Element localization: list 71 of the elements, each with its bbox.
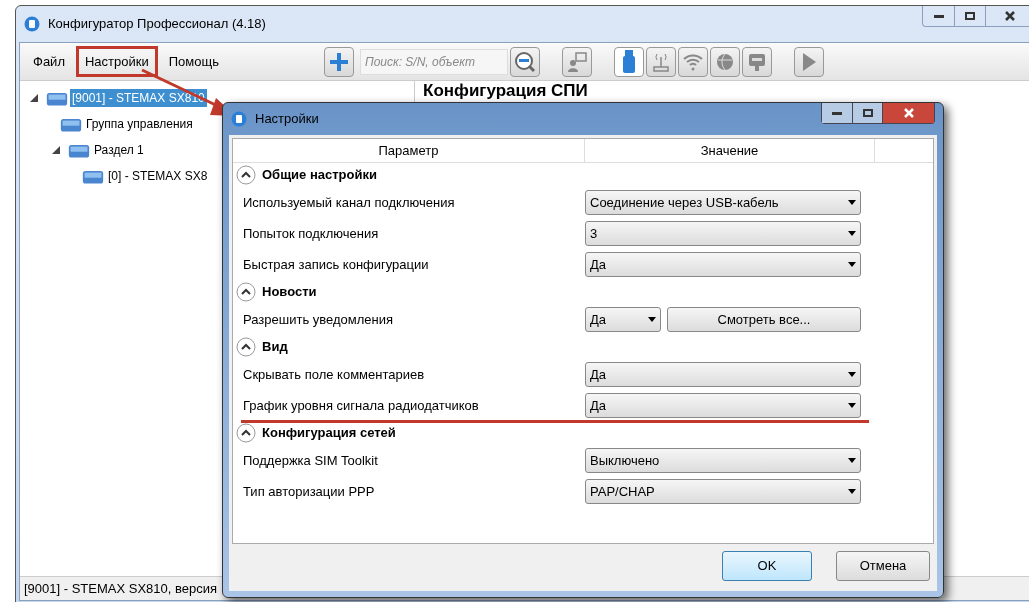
antenna-button[interactable] <box>645 46 676 77</box>
close-icon <box>1004 11 1015 21</box>
menu-item[interactable]: Помощь <box>159 45 228 78</box>
collapse-icon[interactable] <box>236 282 256 302</box>
add-button[interactable] <box>323 46 354 77</box>
parameter-label: Скрывать поле комментариев <box>242 365 426 384</box>
dropdown-caret-icon <box>648 317 656 322</box>
expander-icon[interactable] <box>52 146 60 154</box>
section-title: Новости <box>262 283 317 302</box>
expander-icon[interactable] <box>30 94 38 102</box>
dropdown[interactable]: Да <box>585 252 861 277</box>
close-icon <box>903 108 914 118</box>
window-title: Конфигуратор Профессионал (4.18) <box>48 15 266 34</box>
dropdown[interactable]: PAP/CHAP <box>585 479 861 504</box>
wifi-icon <box>681 52 704 71</box>
globe-icon <box>714 51 735 72</box>
view-all-button[interactable]: Смотреть все... <box>667 307 861 332</box>
parameter-label: Попыток подключения <box>242 224 380 243</box>
dropdown[interactable]: Да <box>585 393 861 418</box>
parameter-label: Разрешить уведомления <box>242 310 395 329</box>
dropdown[interactable]: Да <box>585 307 661 332</box>
dropdown-caret-icon <box>848 489 856 494</box>
content-title: Конфигурация СПИ <box>423 82 589 100</box>
dialog-title: Настройки <box>255 110 319 129</box>
parameter-label: График уровня сигнала радиодатчиков <box>242 396 480 415</box>
remote-user-button[interactable] <box>561 46 592 77</box>
dropdown[interactable]: Да <box>585 362 861 387</box>
usb-icon <box>621 49 636 74</box>
collapse-icon[interactable] <box>236 165 256 185</box>
section-title: Общие настройки <box>262 166 377 185</box>
tree-item[interactable]: Группа управления <box>84 115 195 133</box>
menu-item[interactable]: Настройки <box>75 45 158 78</box>
app-icon <box>24 16 40 32</box>
maximize-button[interactable] <box>852 103 882 123</box>
dropdown-caret-icon <box>848 262 856 267</box>
dropdown[interactable]: 3 <box>585 221 861 246</box>
serial-port-button[interactable] <box>741 46 772 77</box>
play-button[interactable] <box>793 46 824 77</box>
tree-item[interactable]: Раздел 1 <box>92 141 146 159</box>
tree-item[interactable]: [0] - STEMAX SX8 <box>106 167 210 185</box>
dropdown-caret-icon <box>848 372 856 377</box>
dropdown-caret-icon <box>848 458 856 463</box>
play-icon <box>800 51 817 72</box>
section-title: Вид <box>262 338 288 357</box>
search-field[interactable]: Поиск: S/N, объект <box>359 48 508 75</box>
dropdown[interactable]: Соединение через USB-кабель <box>585 190 861 215</box>
parameter-label: Поддержка SIM Toolkit <box>242 451 379 470</box>
dropdown-caret-icon <box>848 231 856 236</box>
dialog-button[interactable]: Отмена <box>836 551 930 581</box>
wifi-button[interactable] <box>677 46 708 77</box>
dropdown[interactable]: Выключено <box>585 448 861 473</box>
plus-icon <box>328 51 349 72</box>
minimize-button[interactable] <box>822 103 852 123</box>
collapse-icon[interactable] <box>236 423 256 443</box>
close-button[interactable] <box>882 103 934 123</box>
parameter-label: Быстрая запись конфигурации <box>242 255 430 274</box>
user-computer-icon <box>565 50 588 73</box>
column-header[interactable]: Параметр <box>233 139 585 162</box>
menu-item[interactable]: Файл <box>24 45 74 78</box>
dropdown-caret-icon <box>848 403 856 408</box>
app-icon <box>231 111 247 127</box>
dropdown-caret-icon <box>848 200 856 205</box>
section-title: Конфигурация сетей <box>262 424 396 443</box>
key-search-button[interactable] <box>509 46 540 77</box>
dialog-button[interactable]: OK <box>722 551 812 581</box>
column-header[interactable]: Значение <box>585 139 875 162</box>
parameter-label: Тип авторизации PPP <box>242 482 376 501</box>
usb-button[interactable] <box>613 46 644 77</box>
parameter-label: Используемый канал подключения <box>242 193 456 212</box>
collapse-icon[interactable] <box>236 337 256 357</box>
globe-button[interactable] <box>709 46 740 77</box>
